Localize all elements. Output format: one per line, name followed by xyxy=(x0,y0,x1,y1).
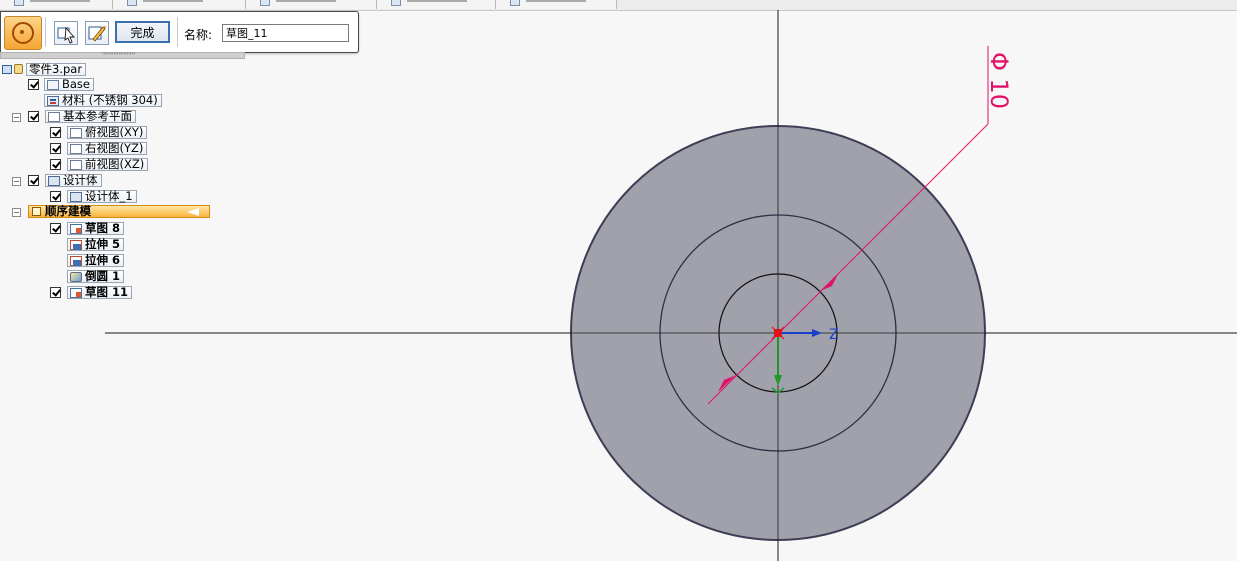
draw-sketch-icon[interactable] xyxy=(85,21,109,45)
extrude-icon xyxy=(70,239,82,250)
part-file-icon xyxy=(510,0,520,6)
document-tab[interactable] xyxy=(246,0,377,9)
document-tab[interactable] xyxy=(377,0,496,9)
tree-item-reference-planes[interactable]: − 基本参考平面 xyxy=(12,110,152,124)
checkbox-icon[interactable] xyxy=(50,143,61,154)
round-icon xyxy=(70,271,82,282)
tree-item-base[interactable]: Base xyxy=(28,78,98,92)
checkbox-icon[interactable] xyxy=(50,159,61,170)
dimension-value: Φ 10 xyxy=(985,52,1013,109)
part-file-icon xyxy=(14,0,24,6)
tree-item-plane-yz[interactable]: 右视图(YZ) xyxy=(50,142,160,156)
collapse-icon[interactable]: − xyxy=(12,177,21,186)
base-feature-icon xyxy=(47,79,59,90)
tree-item-label: 倒圆 1 xyxy=(67,270,125,283)
sketch-command-bar: 完成 名称: xyxy=(0,11,359,53)
design-body-icon xyxy=(48,175,60,186)
lock-icon xyxy=(14,64,23,74)
document-tab[interactable] xyxy=(113,0,246,9)
part-file-icon xyxy=(260,0,270,6)
checkbox-icon[interactable] xyxy=(28,79,39,90)
tree-item-label: 设计体 xyxy=(45,174,102,187)
tree-item-design-body[interactable]: − 设计体 xyxy=(12,174,132,188)
sketch-name-input[interactable] xyxy=(222,24,349,42)
tree-item-label: 右视图(YZ) xyxy=(67,142,148,155)
tree-item-extrude-5[interactable]: 拉伸 5 xyxy=(67,238,137,252)
select-tool-icon[interactable] xyxy=(54,21,78,45)
tree-item-root[interactable]: 零件3.par xyxy=(2,63,97,77)
tree-item-label: 俯视图(XY) xyxy=(67,126,148,139)
sketch-mode-icon[interactable] xyxy=(4,16,42,50)
plane-icon xyxy=(70,143,82,154)
tree-item-label: 设计体_1 xyxy=(67,190,137,203)
document-tab[interactable] xyxy=(496,0,617,9)
collapse-icon[interactable]: − xyxy=(12,113,21,122)
command-bar-grip[interactable]: '''''''''''''''''''' xyxy=(0,52,245,59)
checkbox-icon[interactable] xyxy=(28,111,39,122)
tree-item-design-body-1[interactable]: 设计体_1 xyxy=(50,190,150,204)
tree-item-plane-xz[interactable]: 前视图(XZ) xyxy=(50,158,160,172)
part-file-icon xyxy=(127,0,137,6)
body-icon xyxy=(70,191,82,202)
extrude-icon xyxy=(70,255,82,266)
tree-item-material[interactable]: 材料 (不锈钢 304) xyxy=(44,94,174,108)
checkbox-icon[interactable] xyxy=(50,191,61,202)
checkbox-icon[interactable] xyxy=(28,175,39,186)
checkbox-icon[interactable] xyxy=(50,127,61,138)
separator xyxy=(45,17,46,47)
tree-item-label: 拉伸 5 xyxy=(67,238,125,251)
rollback-arrow-icon xyxy=(187,208,199,216)
tree-item-label: 基本参考平面 xyxy=(45,110,136,123)
tree-item-round-1[interactable]: 倒圆 1 xyxy=(67,270,137,284)
tree-item-label: 拉伸 6 xyxy=(67,254,125,267)
tree-item-label: Base xyxy=(44,78,95,91)
tree-item-plane-xy[interactable]: 俯视图(XY) xyxy=(50,126,160,140)
plane-icon xyxy=(70,159,82,170)
tree-item-label: 前视图(XZ) xyxy=(67,158,149,171)
part-icon xyxy=(2,65,12,74)
done-button[interactable]: 完成 xyxy=(115,21,170,43)
tree-item-extrude-6[interactable]: 拉伸 6 xyxy=(67,254,137,268)
name-label: 名称: xyxy=(184,28,213,42)
checkbox-icon[interactable] xyxy=(50,287,61,298)
tree-item-ordered-modeling[interactable]: 顺序建模 xyxy=(28,205,210,218)
part-file-icon xyxy=(391,0,401,6)
ordered-modeling-icon xyxy=(32,207,41,216)
axis-z-label: Z xyxy=(829,327,839,343)
tree-item-label: 草图 8 xyxy=(67,222,125,235)
tree-item-label: 零件3.par xyxy=(26,63,87,76)
tree-item-sketch-11[interactable]: 草图 11 xyxy=(50,286,150,300)
tree-item-sketch-8[interactable]: 草图 8 xyxy=(50,222,140,236)
tree-item-label: 材料 (不锈钢 304) xyxy=(44,94,162,107)
graphics-viewport[interactable]: Φ 10 Z xyxy=(0,10,1237,561)
material-icon xyxy=(47,95,59,106)
sketch-icon xyxy=(70,287,82,298)
document-tab[interactable] xyxy=(0,0,113,9)
tree-item-label: 顺序建模 xyxy=(45,204,91,218)
plane-icon xyxy=(48,111,60,122)
sketch-icon xyxy=(70,223,82,234)
plane-icon xyxy=(70,127,82,138)
tree-item-label: 草图 11 xyxy=(67,286,133,299)
separator xyxy=(177,17,178,47)
collapse-icon[interactable]: − xyxy=(12,208,21,217)
checkbox-icon[interactable] xyxy=(50,223,61,234)
